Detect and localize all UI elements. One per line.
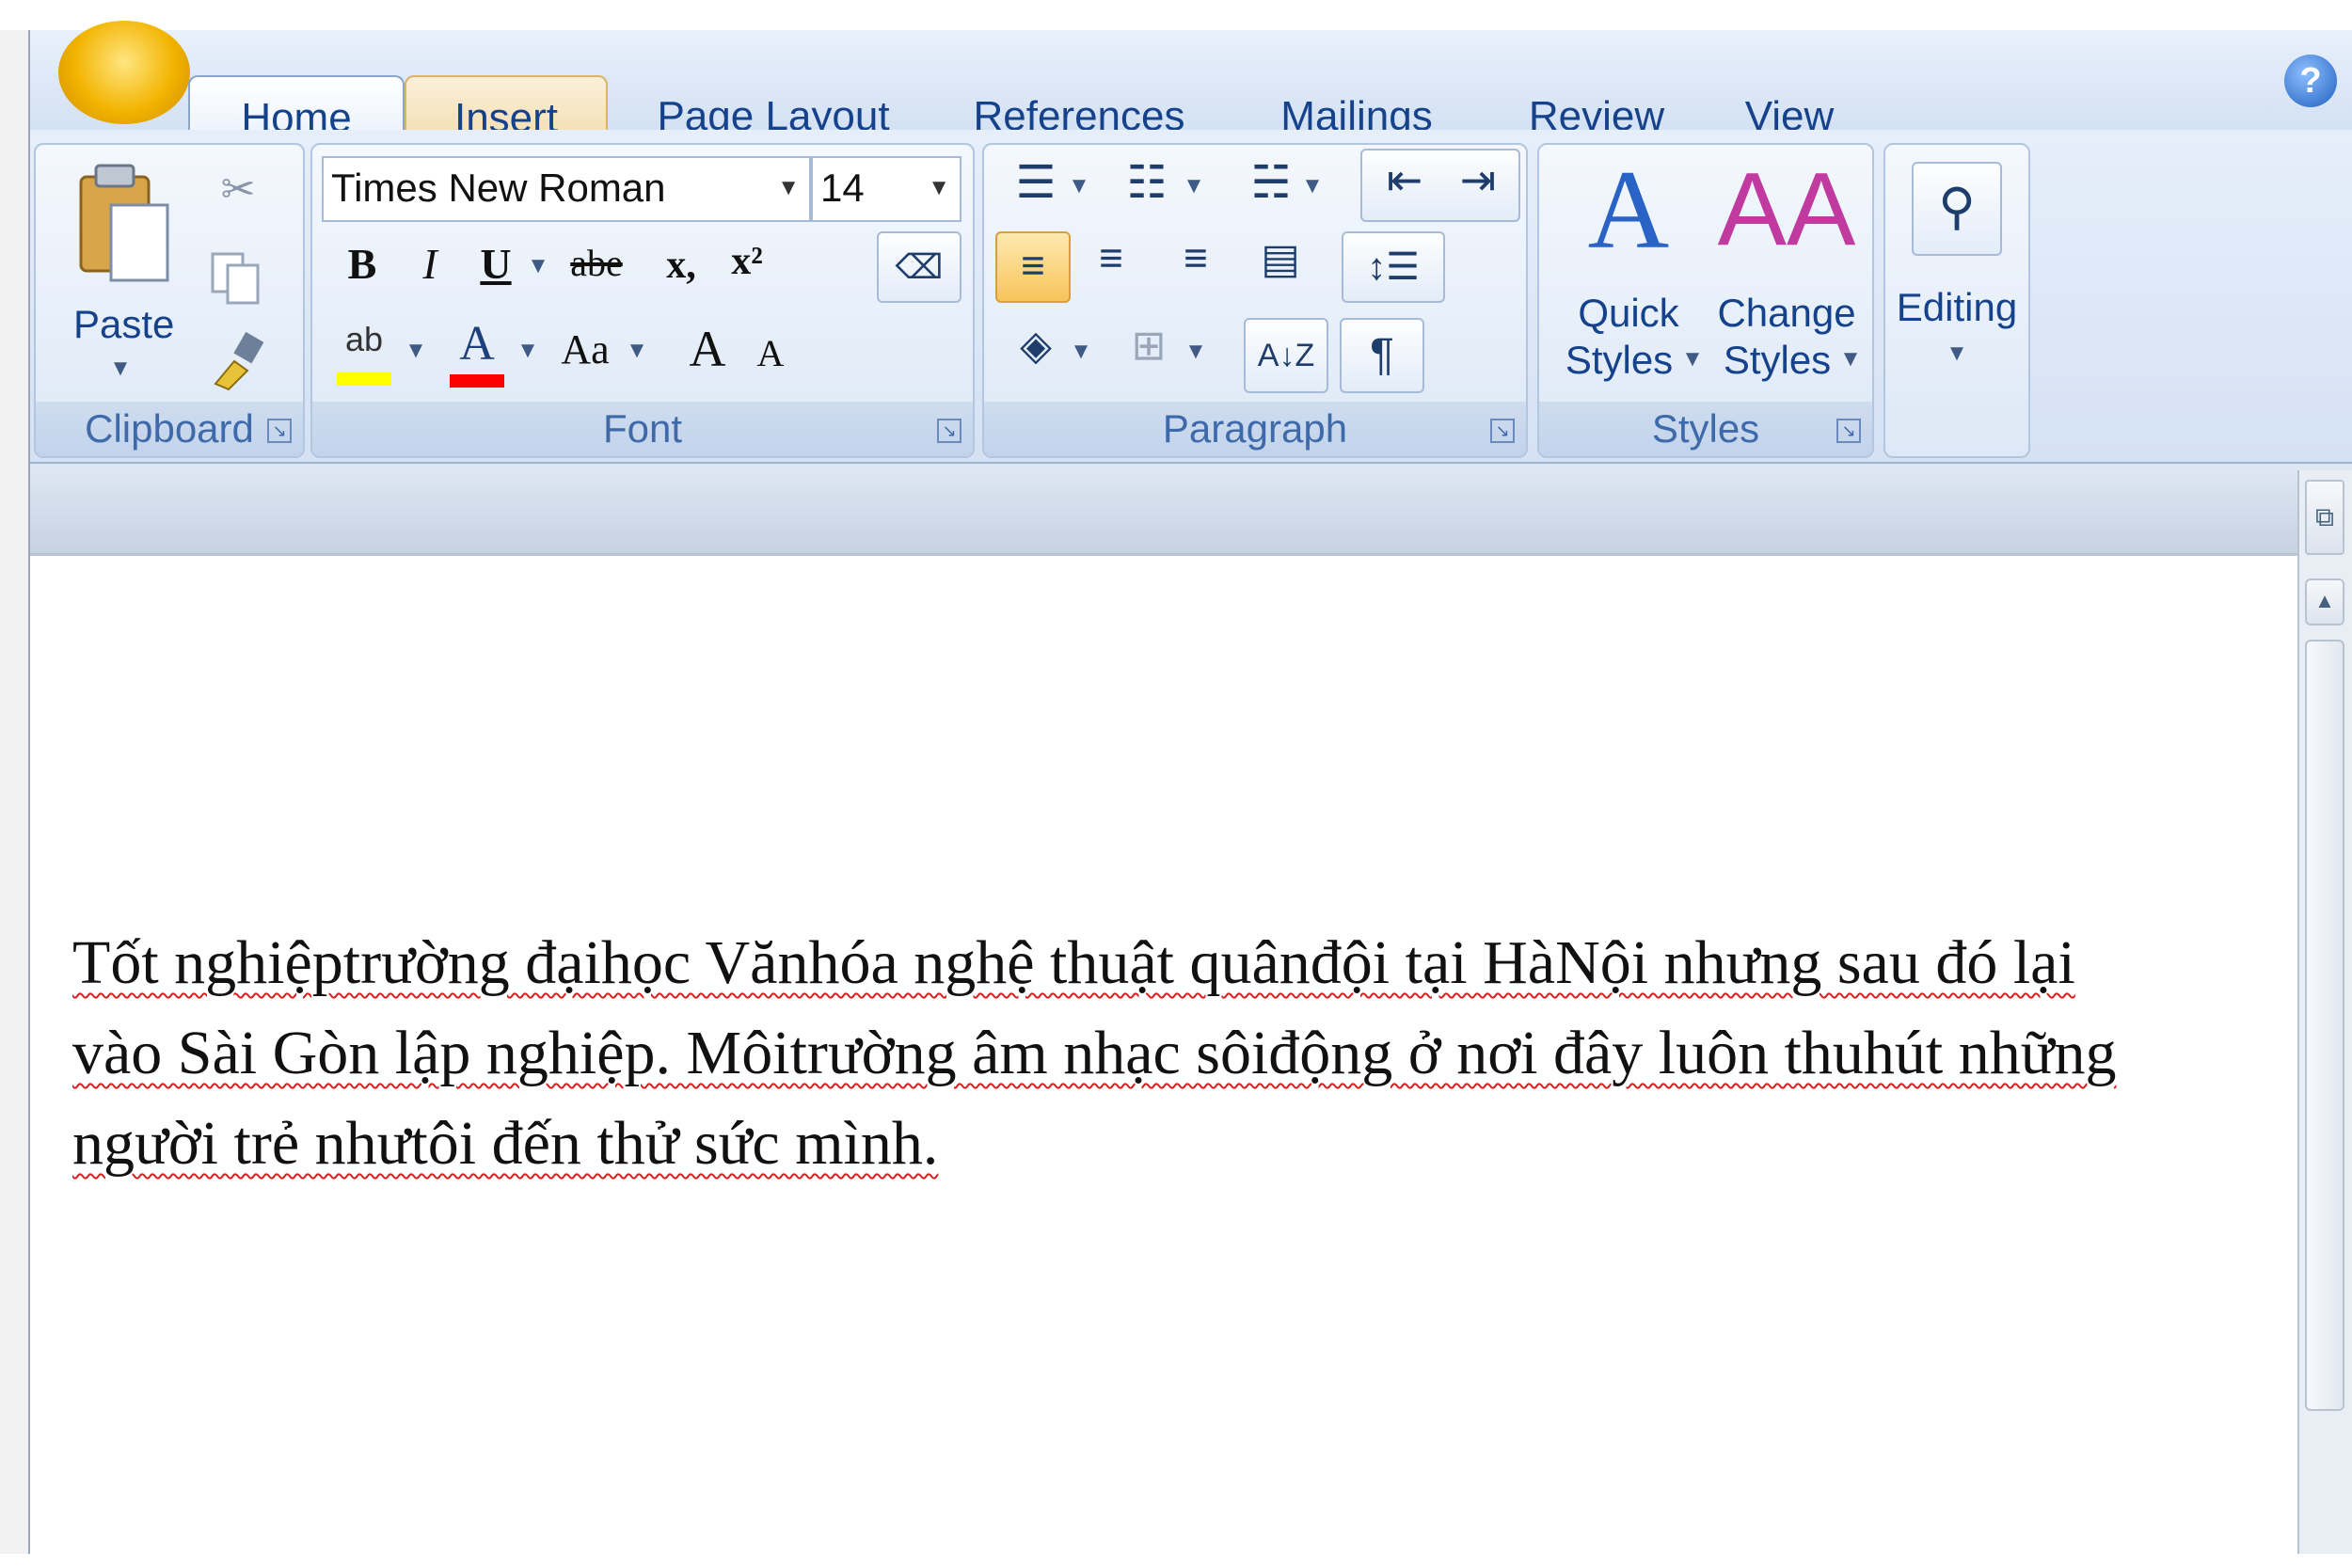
quick-styles-icon: A bbox=[1587, 147, 1670, 272]
copy-icon[interactable] bbox=[207, 250, 267, 307]
align-right-icon[interactable]: ≡ bbox=[1163, 235, 1229, 282]
window-left-border bbox=[0, 30, 30, 1568]
decrease-indent-icon[interactable]: ⇤ bbox=[1372, 154, 1438, 205]
multilevel-list-icon[interactable]: ☵ bbox=[1238, 156, 1304, 209]
styles-group-label: Styles bbox=[1539, 402, 1872, 456]
quick-styles-label-2: Styles bbox=[1565, 338, 1674, 382]
italic-button[interactable]: I bbox=[406, 239, 453, 289]
change-case-dropdown-icon[interactable]: ▼ bbox=[623, 338, 651, 364]
justify-icon[interactable]: ▤ bbox=[1248, 235, 1313, 283]
document-page[interactable]: Tốt nghiệptrường đạihọc Vănhóa nghệ thuậ… bbox=[30, 553, 2297, 1568]
office-button-icon[interactable] bbox=[58, 21, 190, 124]
clipboard-group-label: Clipboard bbox=[36, 402, 303, 456]
font-color-dropdown-icon[interactable]: ▼ bbox=[514, 338, 542, 364]
format-painter-icon[interactable] bbox=[210, 331, 270, 391]
bullets-dropdown-icon[interactable]: ▼ bbox=[1067, 173, 1091, 199]
ruler-area bbox=[30, 464, 2352, 553]
styles-launcher-icon[interactable]: ↘ bbox=[1836, 419, 1861, 443]
shrink-font-button[interactable]: A bbox=[747, 331, 794, 375]
superscript-button[interactable]: x² bbox=[719, 239, 775, 284]
font-color-swatch bbox=[450, 374, 504, 388]
bold-button[interactable]: B bbox=[339, 239, 386, 289]
font-name-combo[interactable]: Times New Roman ▼ bbox=[322, 156, 811, 222]
editing-label: Editing bbox=[1896, 285, 2018, 329]
bottom-edge bbox=[0, 1554, 2352, 1568]
editing-group: ⚲ Editing ▼ bbox=[1883, 143, 2030, 458]
change-styles-dropdown-icon: ▼ bbox=[1839, 346, 1862, 372]
clear-formatting-icon[interactable]: ⌫ bbox=[877, 231, 961, 303]
document-body[interactable]: Tốt nghiệptrường đạihọc Vănhóa nghệ thuậ… bbox=[72, 918, 2293, 1189]
font-name-value: Times New Roman bbox=[331, 166, 666, 210]
increase-indent-icon[interactable]: ⇥ bbox=[1445, 154, 1511, 205]
borders-icon[interactable]: ⊞ bbox=[1116, 322, 1182, 370]
cut-icon[interactable]: ✂ bbox=[210, 166, 266, 222]
title-bar-edge bbox=[0, 0, 2352, 30]
bullets-icon[interactable]: ☰ bbox=[1003, 156, 1069, 209]
align-left-icon[interactable]: ≡ bbox=[995, 231, 1071, 303]
paragraph-group-label: Paragraph bbox=[984, 402, 1526, 456]
font-size-dropdown-icon[interactable]: ▼ bbox=[928, 158, 950, 218]
numbering-icon[interactable]: ☷ bbox=[1114, 156, 1180, 209]
quick-styles-dropdown-icon: ▼ bbox=[1681, 346, 1704, 372]
highlight-label: ab bbox=[344, 320, 384, 358]
line-spacing-icon[interactable]: ↕☰ bbox=[1342, 231, 1445, 303]
paragraph-launcher-icon[interactable]: ↘ bbox=[1490, 419, 1515, 443]
paragraph-group: ☰ ▼ ☷ ▼ ☵ ▼ ⇤ ⇥ ≡ ≡ ≡ ▤ ↕☰ ◈ ▼ ⊞ ▼ A↓Z ¶… bbox=[982, 143, 1528, 458]
editing-button[interactable]: ⚲ Editing ▼ bbox=[1893, 152, 2021, 444]
font-size-combo[interactable]: 14 ▼ bbox=[811, 156, 961, 222]
quick-styles-button[interactable]: A Quick Styles ▼ bbox=[1549, 147, 1708, 395]
clipboard-launcher-icon[interactable]: ↘ bbox=[267, 419, 292, 443]
paste-icon bbox=[79, 164, 169, 282]
font-launcher-icon[interactable]: ↘ bbox=[937, 419, 961, 443]
view-ruler-icon[interactable]: ⧉ bbox=[2305, 480, 2344, 555]
document-line-2: vào Sài Gòn lập nghiệp. Môitrường âm nhạ… bbox=[72, 1019, 2117, 1087]
change-case-button[interactable]: Aa bbox=[548, 325, 623, 373]
change-styles-icon: AA bbox=[1717, 151, 1856, 267]
sort-icon[interactable]: A↓Z bbox=[1244, 318, 1328, 393]
change-styles-button[interactable]: AA Change Styles ▼ bbox=[1707, 149, 1867, 395]
editing-dropdown-icon: ▼ bbox=[1946, 341, 1968, 366]
help-icon[interactable]: ? bbox=[2284, 55, 2337, 107]
paste-label: Paste bbox=[73, 302, 175, 346]
highlight-dropdown-icon[interactable]: ▼ bbox=[402, 338, 430, 364]
indent-button-group: ⇤ ⇥ bbox=[1360, 149, 1520, 222]
paste-dropdown-icon[interactable]: ▼ bbox=[73, 356, 167, 382]
document-line-3: người trẻ nhưtôi đến thử sức mình. bbox=[72, 1109, 939, 1178]
scroll-up-icon[interactable]: ▲ bbox=[2305, 578, 2344, 626]
paste-button[interactable]: Paste ▼ bbox=[73, 158, 177, 384]
clipboard-group: Paste ▼ ✂ Clipboard ↘ bbox=[34, 143, 305, 458]
highlight-button[interactable]: ab bbox=[331, 320, 397, 391]
strikethrough-button[interactable]: abe bbox=[559, 241, 634, 285]
underline-button[interactable]: U bbox=[472, 239, 519, 289]
scroll-thumb[interactable] bbox=[2305, 640, 2344, 1411]
show-formatting-marks-icon[interactable]: ¶ bbox=[1340, 318, 1424, 393]
font-group-label: Font bbox=[312, 402, 973, 456]
highlight-color-swatch bbox=[337, 372, 391, 386]
grow-font-button[interactable]: A bbox=[679, 320, 736, 378]
quick-styles-label-1: Quick bbox=[1578, 291, 1679, 335]
change-styles-label-2: Styles bbox=[1723, 338, 1832, 382]
shading-dropdown-icon[interactable]: ▼ bbox=[1069, 339, 1093, 365]
font-color-button[interactable]: A bbox=[444, 317, 510, 391]
ribbon-tab-strip: Home Insert Page Layout References Maili… bbox=[30, 21, 2352, 158]
document-line-1: Tốt nghiệptrường đạihọc Vănhóa nghệ thuậ… bbox=[72, 928, 2075, 997]
change-styles-label-1: Change bbox=[1717, 291, 1856, 335]
subscript-button[interactable]: x, bbox=[653, 243, 709, 288]
underline-dropdown-icon[interactable]: ▼ bbox=[524, 253, 552, 279]
font-size-value: 14 bbox=[820, 166, 865, 210]
font-name-dropdown-icon[interactable]: ▼ bbox=[777, 158, 800, 218]
align-center-icon[interactable]: ≡ bbox=[1078, 235, 1144, 282]
multilevel-list-dropdown-icon[interactable]: ▼ bbox=[1300, 173, 1325, 199]
numbering-dropdown-icon[interactable]: ▼ bbox=[1182, 173, 1206, 199]
borders-dropdown-icon[interactable]: ▼ bbox=[1184, 339, 1208, 365]
styles-group: A Quick Styles ▼ AA Change Styles ▼ Styl… bbox=[1537, 143, 1874, 458]
font-color-label: A bbox=[459, 317, 495, 371]
font-group: Times New Roman ▼ 14 ▼ B I U ▼ abe x, x²… bbox=[310, 143, 975, 458]
shading-icon[interactable]: ◈ bbox=[1003, 322, 1069, 370]
find-binoculars-icon: ⚲ bbox=[1912, 162, 2002, 256]
